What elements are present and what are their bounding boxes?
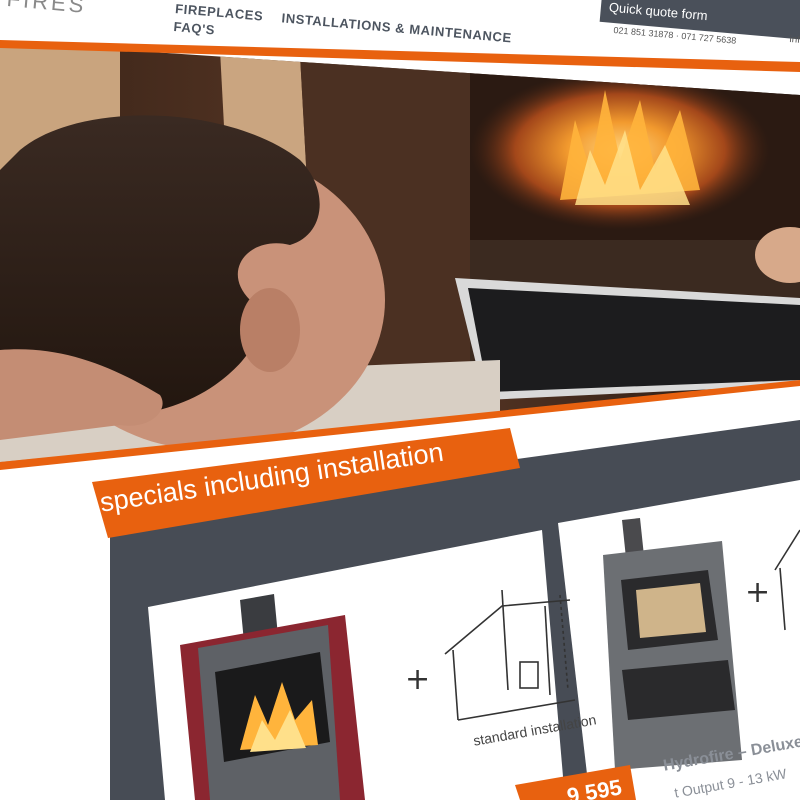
email-link[interactable]: inf xyxy=(789,34,800,46)
plus-icon: + xyxy=(405,662,431,697)
nav-faqs[interactable]: FAQ'S xyxy=(173,19,216,38)
plus-icon: + xyxy=(745,575,771,610)
quick-quote-label: Quick quote form xyxy=(608,0,709,24)
stove-image-2 xyxy=(603,518,742,770)
hero-image xyxy=(0,40,800,800)
